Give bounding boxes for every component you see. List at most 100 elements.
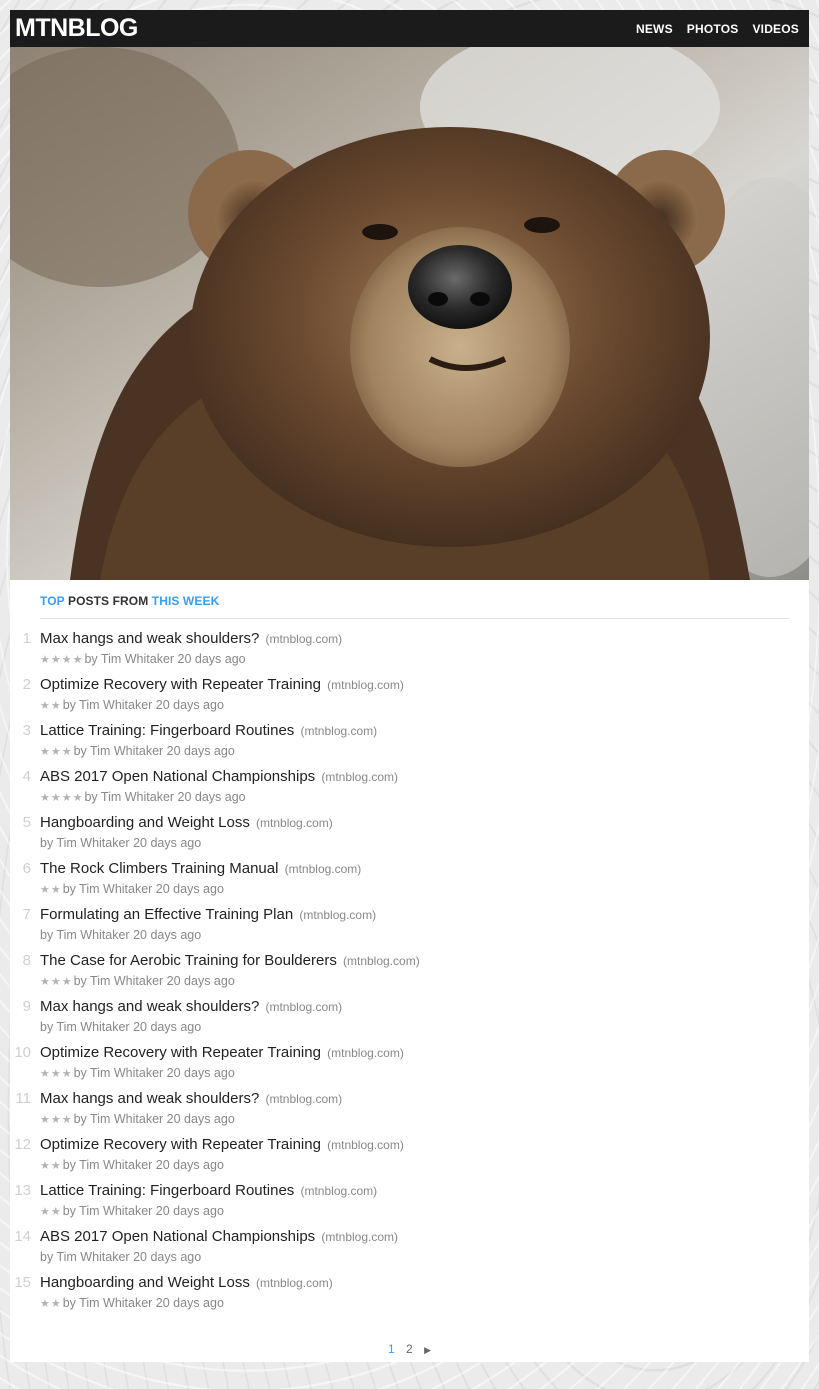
post-domain[interactable]: (mtnblog.com): [256, 816, 333, 830]
post-rank: 11: [15, 1090, 31, 1107]
post-title-link[interactable]: Optimize Recovery with Repeater Training: [40, 1044, 321, 1061]
post-byline: by Tim Whitaker 20 days ago: [40, 1250, 202, 1264]
post-title-line: Optimize Recovery with Repeater Training…: [40, 675, 789, 695]
post-domain[interactable]: (mtnblog.com): [343, 954, 420, 968]
list-item: 10 Optimize Recovery with Repeater Traini…: [10, 1043, 789, 1089]
star-rating-icon: ★★: [40, 1298, 62, 1310]
star-rating-icon: ★★: [40, 700, 62, 712]
post-domain[interactable]: (mtnblog.com): [256, 1276, 333, 1290]
chevron-right-icon[interactable]: ▶: [424, 1345, 431, 1356]
post-rank: 10: [14, 1044, 31, 1061]
post-title-line: Lattice Training: Fingerboard Routines (…: [40, 721, 789, 741]
post-title-link[interactable]: Max hangs and weak shoulders?: [40, 1090, 259, 1107]
star-rating-icon: ★★★: [40, 1068, 73, 1080]
post-domain[interactable]: (mtnblog.com): [300, 724, 377, 738]
post-rank: 13: [14, 1182, 31, 1199]
post-domain[interactable]: (mtnblog.com): [265, 632, 342, 646]
nav-news[interactable]: NEWS: [636, 22, 673, 36]
star-rating-icon: ★★: [40, 884, 62, 896]
post-rank: 8: [22, 952, 31, 969]
post-rank: 12: [14, 1136, 31, 1153]
post-byline: by Tim Whitaker 20 days ago: [40, 1020, 202, 1034]
post-domain[interactable]: (mtnblog.com): [285, 862, 362, 876]
post-title-link[interactable]: Hangboarding and Weight Loss: [40, 1274, 250, 1291]
top-posts-section: TOP POSTS FROM THIS WEEK 1 Max hangs and …: [10, 580, 809, 1319]
post-byline: by Tim Whitaker 20 days ago: [84, 790, 246, 804]
post-domain[interactable]: (mtnblog.com): [300, 1184, 377, 1198]
post-title-link[interactable]: Max hangs and weak shoulders?: [40, 630, 259, 647]
post-byline: by Tim Whitaker 20 days ago: [73, 1066, 235, 1080]
list-item: 8 The Case for Aerobic Training for Bould…: [10, 951, 789, 997]
post-title-line: Formulating an Effective Training Plan (…: [40, 905, 789, 925]
post-domain[interactable]: (mtnblog.com): [321, 1230, 398, 1244]
post-rank: 1: [22, 630, 31, 647]
nav-photos[interactable]: PHOTOS: [687, 22, 739, 36]
post-meta: by Tim Whitaker 20 days ago: [40, 1248, 789, 1266]
nav-videos[interactable]: VIDEOS: [752, 22, 799, 36]
post-rank: 14: [14, 1228, 31, 1245]
post-byline: by Tim Whitaker 20 days ago: [62, 1296, 224, 1310]
post-meta: ★★by Tim Whitaker 20 days ago: [40, 880, 789, 899]
star-rating-icon: ★★★★: [40, 654, 84, 666]
post-domain[interactable]: (mtnblog.com): [327, 1046, 404, 1060]
post-title-link[interactable]: Optimize Recovery with Repeater Training: [40, 1136, 321, 1153]
list-item: 9 Max hangs and weak shoulders? (mtnblog.…: [10, 997, 789, 1043]
post-title-link[interactable]: Lattice Training: Fingerboard Routines: [40, 722, 294, 739]
post-meta: ★★★by Tim Whitaker 20 days ago: [40, 742, 789, 761]
post-title-link[interactable]: The Rock Climbers Training Manual: [40, 860, 278, 877]
list-item: 11 Max hangs and weak shoulders? (mtnblog…: [10, 1089, 789, 1135]
page-current[interactable]: 1: [388, 1342, 395, 1356]
post-domain[interactable]: (mtnblog.com): [265, 1000, 342, 1014]
star-rating-icon: ★★: [40, 1160, 62, 1172]
post-byline: by Tim Whitaker 20 days ago: [73, 974, 235, 988]
post-title-line: Lattice Training: Fingerboard Routines (…: [40, 1181, 789, 1201]
post-meta: ★★★★by Tim Whitaker 20 days ago: [40, 788, 789, 807]
post-title-line: Max hangs and weak shoulders? (mtnblog.c…: [40, 1089, 789, 1109]
post-title-line: Optimize Recovery with Repeater Training…: [40, 1043, 789, 1063]
star-rating-icon: ★★: [40, 1206, 62, 1218]
title-mid: POSTS FROM: [64, 594, 152, 608]
post-domain[interactable]: (mtnblog.com): [299, 908, 376, 922]
star-rating-icon: ★★★: [40, 746, 73, 758]
post-title-line: ABS 2017 Open National Championships (mt…: [40, 767, 789, 787]
post-meta: by Tim Whitaker 20 days ago: [40, 834, 789, 852]
list-item: 15 Hangboarding and Weight Loss (mtnblog.…: [10, 1273, 789, 1319]
post-title-line: Max hangs and weak shoulders? (mtnblog.c…: [40, 629, 789, 649]
post-domain[interactable]: (mtnblog.com): [265, 1092, 342, 1106]
post-title-link[interactable]: The Case for Aerobic Training for Boulde…: [40, 952, 337, 969]
post-title-link[interactable]: Max hangs and weak shoulders?: [40, 998, 259, 1015]
list-item: 6 The Rock Climbers Training Manual (mtnb…: [10, 859, 789, 905]
post-byline: by Tim Whitaker 20 days ago: [62, 882, 224, 896]
post-domain[interactable]: (mtnblog.com): [321, 770, 398, 784]
post-title-link[interactable]: Lattice Training: Fingerboard Routines: [40, 1182, 294, 1199]
title-top[interactable]: TOP: [40, 594, 65, 608]
list-item: 12 Optimize Recovery with Repeater Traini…: [10, 1135, 789, 1181]
star-rating-icon: ★★★★: [40, 792, 84, 804]
post-title-line: Optimize Recovery with Repeater Training…: [40, 1135, 789, 1155]
list-item: 14 ABS 2017 Open National Championships (…: [10, 1227, 789, 1273]
post-title-link[interactable]: Hangboarding and Weight Loss: [40, 814, 250, 831]
post-byline: by Tim Whitaker 20 days ago: [40, 836, 202, 850]
post-byline: by Tim Whitaker 20 days ago: [73, 744, 235, 758]
post-meta: ★★by Tim Whitaker 20 days ago: [40, 1294, 789, 1313]
post-rank: 7: [22, 906, 31, 923]
post-title-link[interactable]: Formulating an Effective Training Plan: [40, 906, 293, 923]
title-week[interactable]: THIS WEEK: [152, 594, 220, 608]
page-link[interactable]: 2: [406, 1342, 413, 1356]
post-byline: by Tim Whitaker 20 days ago: [62, 1204, 224, 1218]
post-rank: 5: [22, 814, 31, 831]
list-item: 7 Formulating an Effective Training Plan …: [10, 905, 789, 951]
post-byline: by Tim Whitaker 20 days ago: [73, 1112, 235, 1126]
list-item: 3 Lattice Training: Fingerboard Routines …: [10, 721, 789, 767]
post-title-link[interactable]: Optimize Recovery with Repeater Training: [40, 676, 321, 693]
post-title-line: The Case for Aerobic Training for Boulde…: [40, 951, 789, 971]
post-domain[interactable]: (mtnblog.com): [327, 678, 404, 692]
list-item: 13 Lattice Training: Fingerboard Routines…: [10, 1181, 789, 1227]
star-rating-icon: ★★★: [40, 976, 73, 988]
site-logo[interactable]: MTNBLOG: [15, 14, 138, 43]
post-domain[interactable]: (mtnblog.com): [327, 1138, 404, 1152]
star-rating-icon: ★★★: [40, 1114, 73, 1126]
post-meta: by Tim Whitaker 20 days ago: [40, 926, 789, 944]
post-title-link[interactable]: ABS 2017 Open National Championships: [40, 1228, 315, 1245]
post-title-link[interactable]: ABS 2017 Open National Championships: [40, 768, 315, 785]
